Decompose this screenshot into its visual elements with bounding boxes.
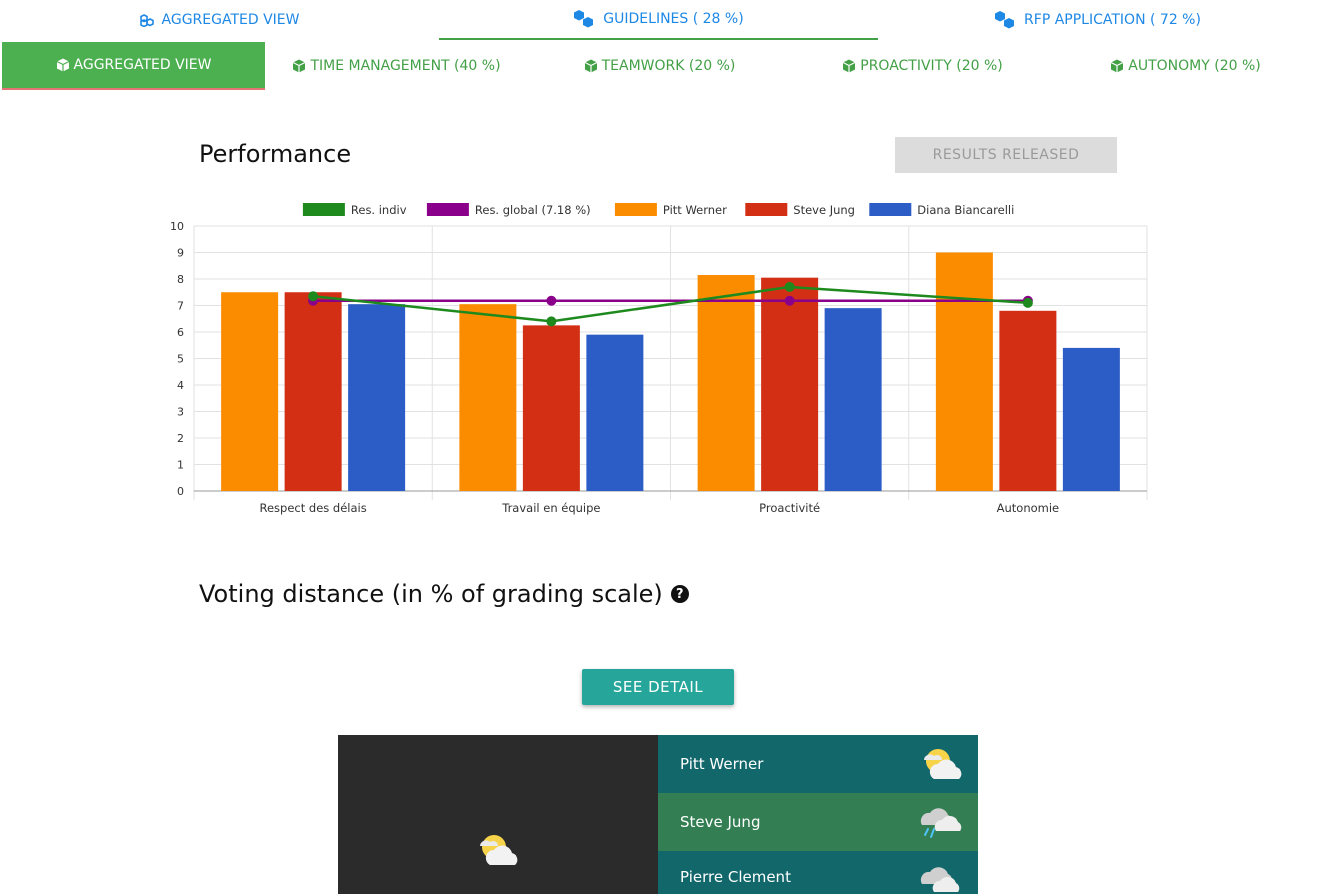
y-tick-label: 1 (177, 459, 184, 472)
x-tick-label: Travail en équipe (501, 501, 600, 515)
overall-weather-panel (338, 735, 658, 894)
line-point (546, 316, 557, 327)
bar-steve-jung (522, 325, 580, 491)
person-row-pitt-werner[interactable]: Pitt Werner (658, 735, 978, 793)
voting-title-text: Voting distance (in % of grading scale) (199, 580, 663, 608)
tab-label: RFP APPLICATION ( 72 %) (1024, 12, 1201, 28)
y-tick-label: 5 (177, 353, 184, 366)
bar-diana-biancarelli (586, 334, 644, 491)
subtab-aggregated-view[interactable]: AGGREGATED VIEW (2, 42, 265, 90)
person-row-steve-jung[interactable]: Steve Jung (658, 793, 978, 851)
cubes-icon (573, 10, 595, 28)
bar-pitt-werner (697, 275, 755, 491)
person-row-pierre-clement[interactable]: Pierre Clement (658, 851, 978, 894)
x-tick-label: Respect des délais (260, 501, 367, 515)
cubes-icon (994, 11, 1016, 29)
y-tick-label: 2 (177, 432, 184, 445)
legend-swatch (426, 203, 469, 216)
tab-aggregated-view[interactable]: AGGREGATED VIEW (0, 0, 439, 40)
legend-label: Res. global (7.18 %) (475, 203, 591, 217)
subtab-autonomy[interactable]: AUTONOMY (20 %) (1054, 42, 1317, 90)
see-detail-button[interactable]: SEE DETAIL (582, 669, 734, 705)
subtab-label: PROACTIVITY (20 %) (860, 58, 1003, 74)
y-tick-label: 3 (177, 406, 184, 419)
subtab-label: TIME MANAGEMENT (40 %) (310, 58, 501, 74)
performance-title: Performance (199, 140, 352, 168)
person-name: Pitt Werner (680, 755, 764, 773)
y-tick-label: 8 (177, 273, 184, 286)
tab-rfp-application[interactable]: RFP APPLICATION ( 72 %) (878, 0, 1317, 40)
subtab-teamwork[interactable]: TEAMWORK (20 %) (528, 42, 791, 90)
y-tick-label: 6 (177, 326, 184, 339)
person-name: Pierre Clement (680, 868, 791, 886)
legend-swatch (302, 203, 345, 216)
bar-pitt-werner (459, 304, 517, 491)
bar-steve-jung (761, 277, 819, 491)
person-name: Steve Jung (680, 813, 761, 831)
y-tick-label: 10 (170, 220, 184, 233)
subtab-time-management[interactable]: TIME MANAGEMENT (40 %) (265, 42, 528, 90)
x-tick-label: Proactivité (759, 501, 820, 515)
sun-cloud-icon (918, 747, 966, 781)
legend-label: Steve Jung (793, 203, 855, 217)
line-point (784, 281, 795, 292)
legend-label: Res. indiv (351, 203, 407, 217)
subtab-proactivity[interactable]: PROACTIVITY (20 %) (791, 42, 1054, 90)
line-point (1022, 297, 1033, 308)
legend-swatch (614, 203, 657, 216)
y-tick-label: 7 (177, 300, 184, 313)
tab-label: AGGREGATED VIEW (161, 12, 300, 28)
bar-diana-biancarelli (824, 308, 882, 491)
bar-diana-biancarelli (1062, 347, 1120, 491)
sub-tab-bar: AGGREGATED VIEW TIME MANAGEMENT (40 %) T… (0, 42, 1317, 90)
sun-cloud-icon (474, 833, 522, 871)
y-tick-label: 9 (177, 247, 184, 260)
x-tick-label: Autonomie (997, 501, 1060, 515)
line-point (308, 291, 319, 302)
tab-guidelines[interactable]: GUIDELINES ( 28 %) (439, 0, 878, 40)
line-point (784, 295, 795, 306)
bar-pitt-werner (221, 292, 279, 491)
top-tab-bar: AGGREGATED VIEW GUIDELINES ( 28 %) RFP A… (0, 0, 1317, 42)
cube-icon (292, 59, 306, 73)
legend-swatch (745, 203, 788, 216)
cloud-icon (918, 862, 966, 894)
legend-swatch (869, 203, 912, 216)
cubes-icon (139, 13, 154, 27)
subtab-label: AGGREGATED VIEW (73, 57, 212, 73)
tab-label: GUIDELINES ( 28 %) (603, 11, 744, 27)
cube-icon (842, 59, 856, 73)
cube-icon (584, 59, 598, 73)
bar-steve-jung (284, 292, 342, 491)
y-tick-label: 0 (177, 485, 184, 498)
subtab-label: TEAMWORK (20 %) (601, 58, 736, 74)
cube-icon (1110, 59, 1124, 73)
legend-label: Pitt Werner (663, 203, 727, 217)
results-released-button[interactable]: RESULTS RELEASED (895, 137, 1117, 173)
subtab-label: AUTONOMY (20 %) (1128, 58, 1261, 74)
y-tick-label: 4 (177, 379, 184, 392)
bar-pitt-werner (935, 252, 993, 491)
line-point (546, 295, 557, 306)
cube-icon (56, 58, 70, 72)
voting-title: Voting distance (in % of grading scale) … (199, 580, 689, 608)
performance-chart: 0 1 2 3 4 5 6 7 8 9 10 Respect des délais Travail en… (170, 203, 1148, 515)
bar-steve-jung (999, 310, 1057, 491)
rain-icon (918, 805, 966, 839)
bar-diana-biancarelli (348, 304, 406, 491)
help-icon[interactable]: ? (670, 585, 689, 603)
legend-label: Diana Biancarelli (917, 203, 1014, 217)
